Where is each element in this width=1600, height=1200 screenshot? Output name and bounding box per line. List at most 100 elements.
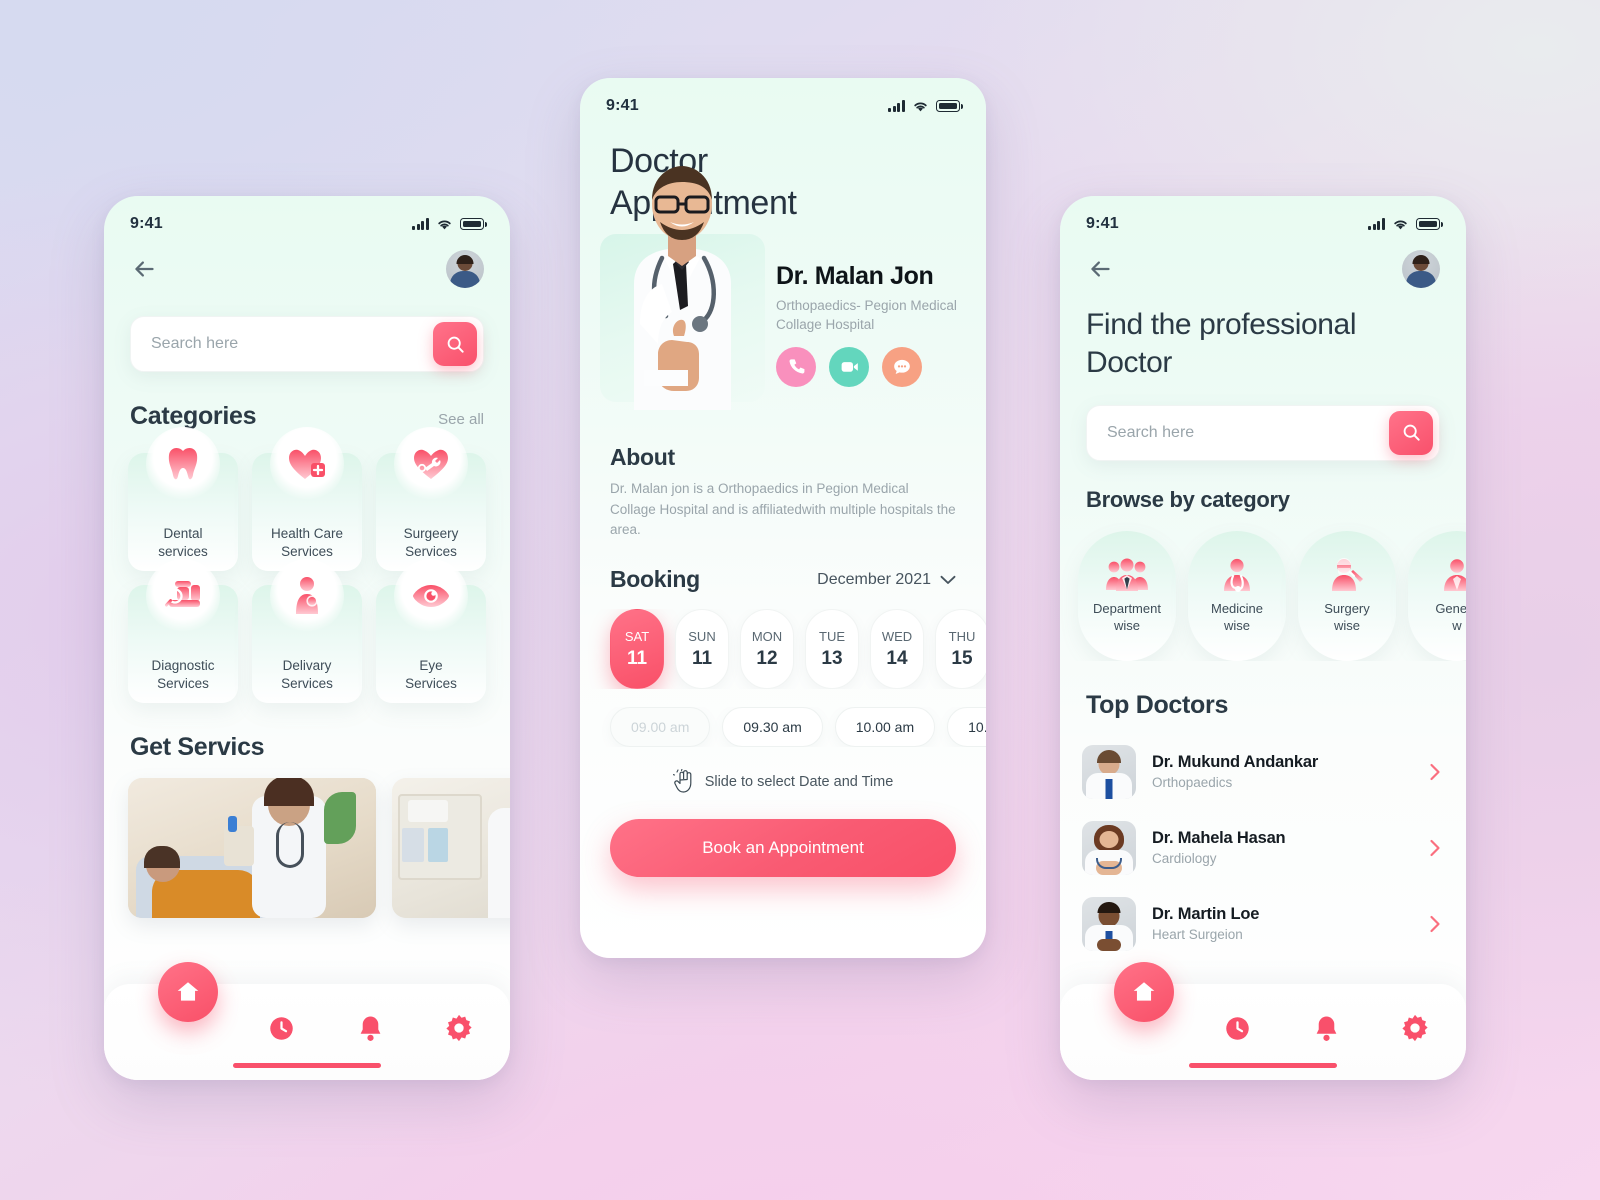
browse-label-line1: Medicine (1210, 600, 1264, 616)
nav-clock-button[interactable] (264, 1011, 298, 1045)
heart-wrench-icon (394, 427, 468, 501)
wifi-icon (1394, 220, 1407, 229)
date-day: SAT (624, 628, 650, 644)
category-label-line2: Services (281, 675, 333, 691)
date-pill[interactable]: SUN 11 (675, 609, 729, 690)
category-tile-dental[interactable]: Dental services (128, 427, 238, 571)
time-slot-row[interactable]: 09.00 am 09.30 am 10.00 am 10.30 am (580, 707, 986, 748)
date-pill[interactable]: THU 15 (935, 609, 986, 690)
chevron-right-icon[interactable] (1426, 763, 1444, 781)
status-icons (888, 100, 963, 113)
nav-notifications-button[interactable] (1309, 1011, 1343, 1045)
page-title-line2: Doctor (1086, 346, 1172, 380)
services-header: Get Servics (104, 733, 510, 762)
nav-settings-button[interactable] (1398, 1011, 1432, 1045)
chat-button[interactable] (882, 346, 922, 387)
chevron-right-icon[interactable] (1426, 839, 1444, 857)
booking-heading: Booking (610, 566, 700, 593)
category-tile-health-care[interactable]: Health Care Services (252, 427, 362, 571)
doctor-specialty: Heart Surgeion (1152, 927, 1243, 943)
date-pill[interactable]: SAT 11 (610, 609, 664, 690)
time-slot[interactable]: 10.30 am (947, 707, 986, 748)
browse-label-line2: wise (1223, 617, 1250, 633)
nav-items (1060, 1011, 1466, 1045)
service-photo-doctor-desk[interactable] (392, 778, 510, 918)
category-label-line2: Services (405, 543, 457, 559)
bell-icon (360, 1016, 380, 1041)
video-camera-icon (841, 362, 858, 372)
nav-clock-button[interactable] (1220, 1011, 1254, 1045)
back-arrow-icon[interactable] (1086, 254, 1116, 284)
search-button[interactable] (433, 322, 477, 366)
date-pill[interactable]: MON 12 (740, 609, 794, 690)
category-label-line2: Services (157, 675, 209, 691)
doctor-specialty: Orthopaedics- Pegion Medical Collage Hos… (776, 297, 970, 334)
slide-hint: Slide to select Date and Time (580, 769, 986, 795)
date-number: 13 (821, 647, 843, 669)
browse-label-line2: w (1452, 617, 1462, 633)
video-call-button[interactable] (829, 346, 869, 387)
search-input[interactable]: Search here (130, 316, 484, 372)
general-doctor-icon (1444, 558, 1466, 591)
time-slot[interactable]: 09.00 am (610, 707, 711, 748)
doctor-list-item[interactable]: Dr. Martin Loe Heart Surgeion (1082, 886, 1444, 962)
doctor-list-item[interactable]: Dr. Mukund Andankar Orthopaedics (1082, 734, 1444, 810)
doctor-list-item[interactable]: Dr. Mahela Hasan Cardiology (1082, 810, 1444, 886)
nav-home-button[interactable] (158, 962, 218, 1022)
home-icon (177, 982, 199, 1001)
category-tile-diagnostic[interactable]: Diagnostic Services (128, 559, 238, 703)
date-number: 11 (626, 647, 648, 669)
doctor-meta: Dr. Mukund Andankar Orthopaedics (1152, 753, 1410, 790)
top-doctors-heading: Top Doctors (1086, 690, 1229, 719)
search-button[interactable] (1389, 410, 1433, 455)
cellular-signal-icon (412, 218, 429, 230)
browse-label-line1: Department (1093, 600, 1161, 616)
tooth-icon (146, 427, 220, 501)
date-number: 14 (886, 647, 908, 669)
browse-tile-surgery[interactable]: Surgery wise (1298, 530, 1396, 661)
time-slot[interactable]: 10.00 am (834, 707, 936, 748)
header-row (1060, 236, 1466, 288)
bottom-navigation-bar (1060, 962, 1466, 1080)
nav-home-button[interactable] (1114, 962, 1174, 1022)
slide-hint-text: Slide to select Date and Time (704, 774, 894, 791)
back-arrow-icon[interactable] (130, 254, 160, 284)
doctor-specialty: Orthopaedics (1152, 775, 1233, 791)
service-photo-patient-checkup[interactable] (128, 778, 376, 918)
phone-screen-find-doctor: 9:41 Find the professional Doctor Search… (1060, 196, 1466, 1080)
search-input[interactable]: Search here (1086, 404, 1440, 461)
browse-label-line2: wise (1333, 617, 1360, 633)
browse-tile-general[interactable]: Generaw (1408, 530, 1466, 661)
book-appointment-button[interactable]: Book an Appointment (610, 819, 956, 878)
nav-notifications-button[interactable] (353, 1011, 387, 1045)
nav-settings-button[interactable] (442, 1011, 476, 1045)
cellular-signal-icon (888, 100, 905, 112)
browse-category-row[interactable]: Department wise Medicine wise Surgery wi… (1060, 513, 1466, 661)
clock-icon (269, 1016, 293, 1040)
user-avatar[interactable] (1402, 250, 1440, 288)
eye-icon (394, 559, 468, 633)
user-avatar[interactable] (446, 250, 484, 288)
see-all-link[interactable]: See all (438, 411, 484, 428)
category-tile-eye[interactable]: Eye Services (376, 559, 486, 703)
wifi-icon (914, 102, 927, 111)
cellular-signal-icon (1368, 218, 1385, 230)
date-pill[interactable]: TUE 13 (805, 609, 859, 690)
date-picker-row[interactable]: SAT 11 SUN 11 MON 12 TUE 13 WED 14 THU 1… (580, 609, 986, 690)
category-tile-delivary[interactable]: Delivary Services (252, 559, 362, 703)
time-slot[interactable]: 09.30 am (722, 707, 823, 748)
call-button[interactable] (776, 346, 816, 387)
category-tile-surgery[interactable]: Surgeery Services (376, 427, 486, 571)
date-pill[interactable]: WED 14 (870, 609, 924, 690)
doctors-group-icon (1106, 558, 1148, 591)
browse-tile-medicine[interactable]: Medicine wise (1188, 530, 1286, 661)
browse-tile-department[interactable]: Department wise (1078, 530, 1176, 661)
date-day: THU (948, 628, 976, 644)
browse-label-line1: Genera (1435, 600, 1466, 616)
service-photo-row[interactable] (104, 762, 510, 918)
month-selector[interactable]: December 2021 (817, 571, 956, 589)
doctor-specialty-line1: Orthopaedics- Pegion Medical (776, 298, 957, 314)
battery-icon (936, 100, 963, 112)
booking-header: Booking December 2021 (610, 566, 956, 593)
chevron-right-icon[interactable] (1426, 915, 1444, 933)
